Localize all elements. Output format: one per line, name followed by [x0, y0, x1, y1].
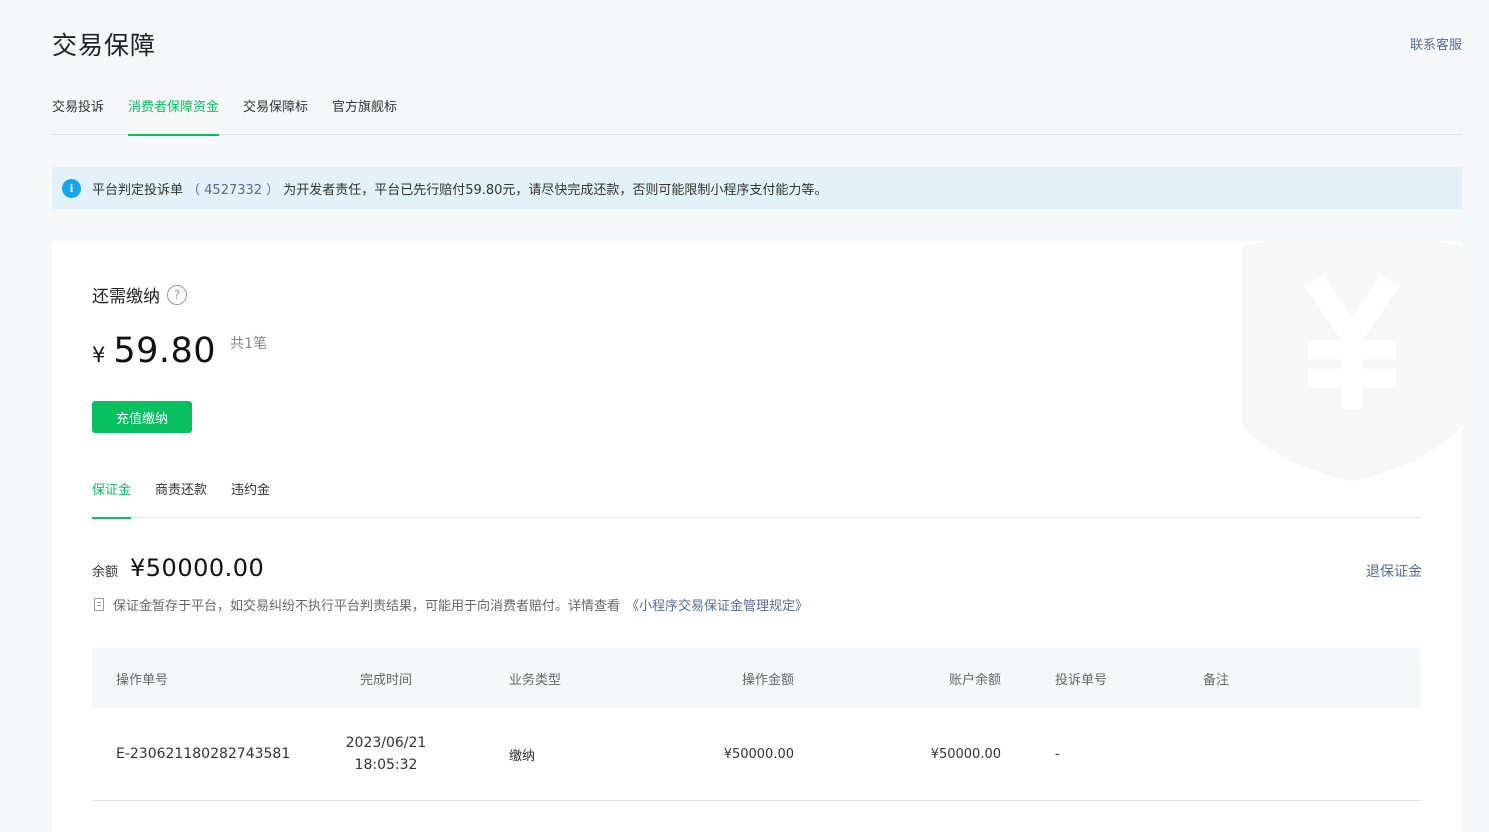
main-tabs: 交易投诉 消费者保障资金 交易保障标 官方旗舰标	[52, 92, 1462, 136]
notice-prefix: 平台判定投诉单	[92, 182, 184, 198]
balance-value: ¥50000.00	[130, 554, 265, 582]
deposit-tip: 保证金暂存于平台，如交易纠纷不执行平台判责结果，可能用于向消费者赔付。详情查看 …	[94, 595, 808, 614]
row-finish-time: 2023/06/21 18:05:32	[332, 708, 440, 800]
notice-suffix: 为开发者责任，平台已先行赔付59.80元，请尽快完成还款，否则可能限制小程序支付…	[283, 182, 828, 198]
due-amount-value: 59.80	[113, 331, 217, 371]
col-remark: 备注	[1203, 672, 1230, 688]
deposit-balance: 余额 ¥50000.00	[92, 554, 264, 582]
table-header: 操作单号 完成时间 业务类型 操作金额 账户余额 投诉单号 备注	[92, 648, 1421, 708]
page: 交易保障 联系客服 交易投诉 消费者保障资金 交易保障标 官方旗舰标 i 平台判…	[0, 0, 1489, 832]
help-icon[interactable]: ?	[167, 284, 187, 305]
col-business-type: 业务类型	[509, 672, 562, 688]
subtab-penalty[interactable]: 违约金	[231, 475, 270, 518]
tip-text: 保证金暂存于平台，如交易纠纷不执行平台判责结果，可能用于向消费者赔付。详情查看	[113, 599, 621, 614]
page-title: 交易保障	[52, 31, 157, 60]
col-balance: 账户余额	[948, 672, 1001, 688]
col-amount: 操作金额	[741, 672, 794, 688]
subtab-merchant-repayment[interactable]: 商责还款	[155, 475, 207, 518]
info-icon: i	[62, 178, 81, 198]
col-complaint-no: 投诉单号	[1055, 672, 1108, 688]
due-amount: ¥ 59.80 共1笔	[92, 331, 267, 371]
tab-trade-complaint[interactable]: 交易投诉	[52, 92, 104, 135]
due-section: 还需缴纳 ?	[92, 282, 187, 307]
table-row: E-230621180282743581 2023/06/21 18:05:32…	[92, 708, 1421, 801]
due-currency: ¥	[92, 343, 106, 367]
refund-deposit-link[interactable]: 退保证金	[1366, 561, 1422, 581]
col-order-no: 操作单号	[116, 672, 169, 688]
recharge-pay-button[interactable]: 充值缴纳	[92, 401, 192, 433]
notice-order-no[interactable]: （ 4527332 ）	[187, 179, 279, 198]
fund-card: 还需缴纳 ? ¥ 59.80 共1笔 充值缴纳 保证金 商责还款 违约金 余额 …	[52, 241, 1462, 832]
row-amount: ¥50000.00	[723, 746, 794, 762]
due-label: 还需缴纳	[92, 287, 160, 307]
tab-consumer-protection-fund[interactable]: 消费者保障资金	[128, 92, 220, 136]
due-count: 共1笔	[230, 336, 267, 352]
shield-yen-icon	[1242, 241, 1462, 481]
row-business-type: 缴纳	[509, 748, 536, 764]
row-complaint-no: -	[1055, 746, 1060, 762]
tab-official-flagship-badge[interactable]: 官方旗舰标	[332, 92, 397, 135]
row-order-no: E-230621180282743581	[116, 746, 291, 762]
fund-subtabs: 保证金 商责还款 违约金	[92, 475, 1422, 519]
contact-service-link[interactable]: 联系客服	[1410, 34, 1462, 53]
row-time: 18:05:32	[354, 757, 418, 773]
subtab-deposit[interactable]: 保证金	[92, 475, 132, 519]
notice-banner: i 平台判定投诉单 （ 4527332 ） 为开发者责任，平台已先行赔付59.8…	[52, 167, 1462, 209]
balance-label: 余额	[92, 565, 119, 580]
col-finish-time: 完成时间	[359, 672, 412, 688]
tab-trade-guarantee-badge[interactable]: 交易保障标	[243, 92, 308, 135]
deposit-table: 操作单号 完成时间 业务类型 操作金额 账户余额 投诉单号 备注 E-23062…	[92, 648, 1421, 801]
deposit-rule-link[interactable]: 《小程序交易保证金管理规定》	[626, 595, 808, 614]
document-icon	[94, 598, 104, 611]
row-date: 2023/06/21	[345, 735, 427, 751]
row-balance: ¥50000.00	[930, 746, 1001, 762]
